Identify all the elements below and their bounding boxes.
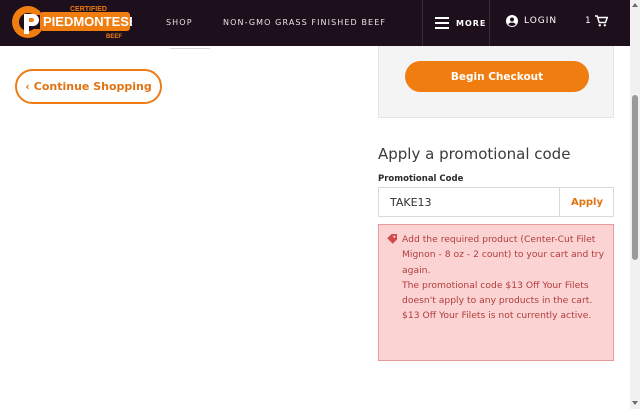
hamburger-icon	[435, 17, 449, 29]
shopping-cart-icon	[594, 15, 608, 27]
scrollbar-thumb[interactable]	[632, 95, 638, 260]
promo-code-field: Apply	[378, 187, 614, 217]
more-menu-button[interactable]: MORE	[435, 14, 486, 32]
nav-divider	[422, 0, 423, 46]
account-circle-icon	[506, 15, 518, 27]
promo-error-alert: Add the required product (Center-Cut Fil…	[378, 224, 614, 361]
nav-shop[interactable]: SHOP	[166, 18, 193, 27]
login-label: LOGIN	[524, 16, 558, 26]
partial-element	[170, 46, 210, 49]
brand-logo[interactable]: CERTIFIED PIEDMONTESE BEEF	[10, 2, 132, 42]
scroll-up-arrow[interactable]	[632, 3, 638, 7]
svg-text:BEEF: BEEF	[106, 34, 122, 40]
begin-checkout-button[interactable]: Begin Checkout	[405, 61, 589, 92]
scroll-down-arrow[interactable]	[632, 401, 638, 405]
order-summary-panel: Begin Checkout	[378, 46, 614, 118]
chevron-left-icon: ‹	[25, 80, 30, 93]
nav-tagline[interactable]: NON-GMO GRASS FINISHED BEEF	[223, 18, 386, 27]
error-messages: Add the required product (Center-Cut Fil…	[402, 232, 610, 324]
continue-shopping-button[interactable]: ‹ Continue Shopping	[15, 69, 162, 104]
top-nav: CERTIFIED PIEDMONTESE BEEF SHOP NON-GMO …	[0, 0, 630, 46]
page-scrollbar[interactable]	[630, 0, 640, 409]
nav-divider	[489, 0, 490, 46]
promo-code-input[interactable]	[379, 188, 559, 216]
cart-count: 1	[585, 16, 591, 26]
svg-text:PIEDMONTESE: PIEDMONTESE	[43, 14, 132, 29]
cart-button[interactable]: 1	[585, 15, 608, 27]
promo-field-label: Promotional Code	[378, 174, 464, 184]
promo-section-title: Apply a promotional code	[378, 145, 571, 163]
error-message: $13 Off Your Filets is not currently act…	[402, 310, 592, 322]
svg-text:CERTIFIED: CERTIFIED	[70, 6, 107, 13]
tag-icon	[386, 234, 397, 245]
login-button[interactable]: LOGIN	[506, 15, 557, 27]
continue-shopping-label: Continue Shopping	[33, 80, 152, 93]
apply-promo-button[interactable]: Apply	[559, 188, 614, 216]
more-label: MORE	[456, 18, 487, 28]
error-message: Add the required product (Center-Cut Fil…	[402, 234, 605, 276]
error-message: The promotional code $13 Off Your Filets…	[402, 279, 593, 307]
